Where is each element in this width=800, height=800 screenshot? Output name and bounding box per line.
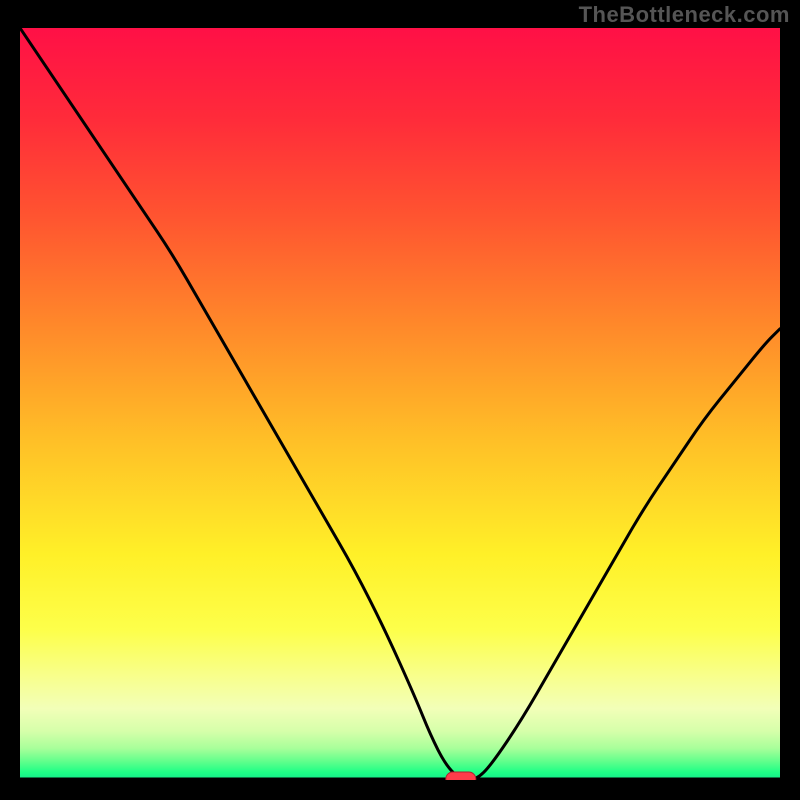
watermark-text: TheBottleneck.com <box>579 2 790 28</box>
chart-frame: TheBottleneck.com <box>0 0 800 800</box>
plot-area <box>20 28 780 780</box>
bottleneck-chart-svg <box>20 28 780 780</box>
gradient-background <box>20 28 780 780</box>
optimal-point-marker <box>446 772 476 780</box>
